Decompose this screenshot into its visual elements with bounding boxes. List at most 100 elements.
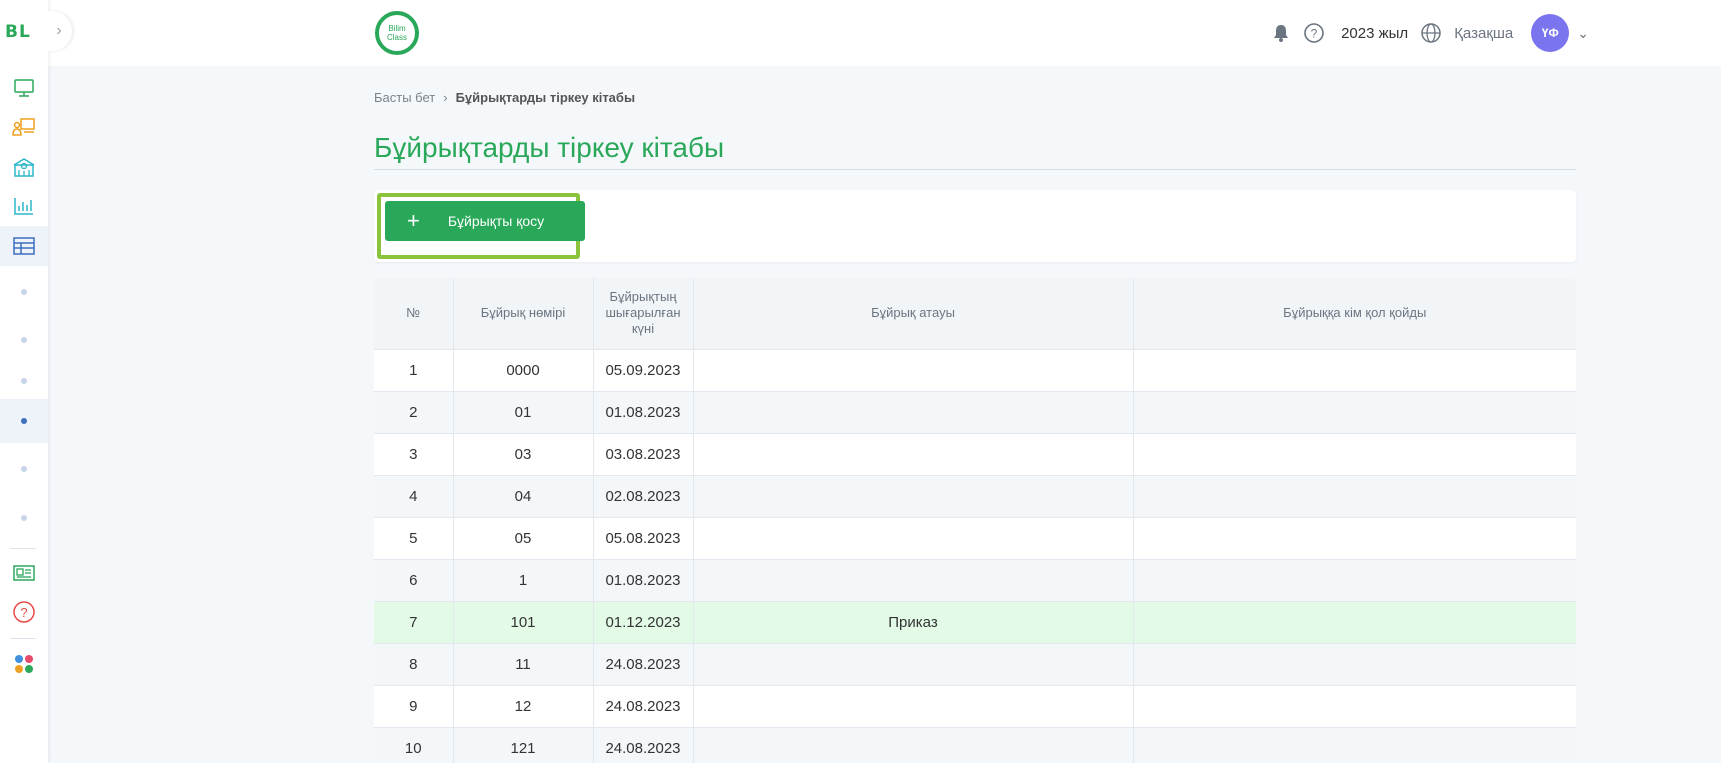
breadcrumb-current: Бұйрықтарды тіркеу кітабы [455, 90, 636, 105]
col-header-date-line-3: күні [631, 321, 655, 337]
cell-num: 3 [374, 432, 454, 475]
cell-num: 8 [374, 642, 454, 685]
cell-signed-by [1133, 474, 1576, 517]
table-row[interactable]: 1 0000 05.09.2023 [374, 348, 1576, 391]
sidebar-subitem-5[interactable] [0, 449, 48, 489]
svg-text:Bilim: Bilim [388, 24, 406, 33]
chevron-down-icon[interactable]: ⌄ [1577, 25, 1589, 42]
cell-title [693, 558, 1134, 601]
svg-text:Class: Class [387, 33, 407, 42]
cell-title [693, 348, 1134, 391]
breadcrumb-home-link[interactable]: Басты бет [374, 90, 435, 105]
cell-num: 7 [374, 600, 454, 643]
cell-title [693, 726, 1134, 763]
cell-order-number: 11 [453, 642, 594, 685]
cell-date: 01.08.2023 [593, 558, 694, 601]
academic-year-selector[interactable]: 2023 жыл [1341, 25, 1408, 42]
sidebar-item-school[interactable] [0, 147, 48, 187]
sidebar-item-analytics[interactable] [0, 186, 48, 226]
bullet-dot-icon [21, 337, 27, 343]
table-row[interactable]: 3 03 03.08.2023 [374, 432, 1576, 475]
cell-title [693, 684, 1134, 727]
table-row[interactable]: 10 121 24.08.2023 [374, 726, 1576, 763]
sidebar-item-teacher[interactable] [0, 107, 48, 147]
language-selector[interactable]: Қазақша [1454, 25, 1513, 42]
sidebar-divider [10, 548, 36, 549]
sidebar-item-apps[interactable] [0, 644, 48, 684]
cell-order-number: 12 [453, 684, 594, 727]
bullet-dot-icon [21, 466, 27, 472]
sidebar-subitem-3[interactable] [0, 361, 48, 401]
cell-date: 01.08.2023 [593, 390, 694, 433]
bullet-dot-icon [21, 515, 27, 521]
bullet-dot-icon [21, 418, 27, 424]
cell-num: 5 [374, 516, 454, 559]
cell-date: 24.08.2023 [593, 642, 694, 685]
orders-table-card: № Бұйрық нөмірі Бұйрықтың шығарылған күн… [374, 278, 1576, 763]
cell-order-number: 121 [453, 726, 594, 763]
cell-num: 4 [374, 474, 454, 517]
table-row[interactable]: 5 05 05.08.2023 [374, 516, 1576, 559]
help-icon: ? [13, 601, 35, 623]
sidebar-subitem-2[interactable] [0, 320, 48, 360]
sidebar-item-registry[interactable] [0, 226, 48, 266]
col-header-title[interactable]: Бұйрық атауы [693, 278, 1134, 349]
table-row[interactable]: 9 12 24.08.2023 [374, 684, 1576, 727]
cell-title [693, 474, 1134, 517]
cell-signed-by [1133, 432, 1576, 475]
user-avatar[interactable]: ҮФ [1531, 14, 1570, 52]
table-body: 1 0000 05.09.2023 2 01 01.08.2023 3 03 03.08.202… [374, 348, 1576, 763]
page-title: Бұйрықтарды тіркеу кітабы [374, 132, 725, 163]
sidebar-subitem-4-active[interactable] [0, 399, 48, 443]
sidebar-item-monitor[interactable] [0, 68, 48, 108]
cell-signed-by [1133, 642, 1576, 685]
cell-signed-by [1133, 390, 1576, 433]
cell-order-number: 0000 [453, 348, 594, 391]
cell-num: 1 [374, 348, 454, 391]
orders-table: № Бұйрық нөмірі Бұйрықтың шығарылған күн… [374, 278, 1576, 763]
cell-date: 05.08.2023 [593, 516, 694, 559]
sidebar-logo[interactable]: BL [5, 22, 31, 42]
breadcrumb: Басты бет › Бұйрықтарды тіркеу кітабы [374, 90, 635, 105]
cell-date: 02.08.2023 [593, 474, 694, 517]
col-header-order-number[interactable]: Бұйрық нөмірі [453, 278, 594, 349]
cell-date: 03.08.2023 [593, 432, 694, 475]
bilimclass-logo[interactable]: Bilim Class [374, 10, 420, 56]
bullet-dot-icon [21, 378, 27, 384]
col-header-date-line-2: шығарылған [605, 305, 681, 321]
cell-num: 6 [374, 558, 454, 601]
title-divider [374, 169, 1576, 170]
cell-title [693, 432, 1134, 475]
cell-signed-by [1133, 684, 1576, 727]
cell-date: 05.09.2023 [593, 348, 694, 391]
sidebar-subitem-6[interactable] [0, 498, 48, 538]
col-header-num[interactable]: № [374, 278, 454, 349]
table-row[interactable]: 2 01 01.08.2023 [374, 390, 1576, 433]
globe-icon[interactable] [1420, 22, 1442, 44]
svg-text:?: ? [1311, 27, 1318, 41]
cell-title [693, 642, 1134, 685]
sidebar-item-help[interactable]: ? [0, 592, 48, 632]
monitor-icon [14, 79, 34, 97]
table-row[interactable]: 4 04 02.08.2023 [374, 474, 1576, 517]
cell-signed-by [1133, 516, 1576, 559]
table-row[interactable]: 8 11 24.08.2023 [374, 642, 1576, 685]
col-header-signed-by[interactable]: Бұйрыққа кім қол қойды [1133, 278, 1576, 349]
table-icon [13, 237, 35, 255]
cell-signed-by [1133, 600, 1576, 643]
help-circle-icon[interactable]: ? [1303, 22, 1325, 44]
cell-num: 10 [374, 726, 454, 763]
apps-grid-icon [15, 655, 33, 673]
cell-order-number: 03 [453, 432, 594, 475]
sidebar: BL › ? [0, 0, 72, 763]
table-row[interactable]: 7 101 01.12.2023 Приказ [374, 600, 1576, 643]
cell-signed-by [1133, 558, 1576, 601]
sidebar-subitem-1[interactable] [0, 272, 48, 312]
table-row[interactable]: 6 1 01.08.2023 [374, 558, 1576, 601]
add-order-button[interactable]: + Бұйрықты қосу [385, 201, 585, 241]
cell-order-number: 04 [453, 474, 594, 517]
table-header-row: № Бұйрық нөмірі Бұйрықтың шығарылған күн… [374, 278, 1576, 349]
col-header-date[interactable]: Бұйрықтың шығарылған күні [593, 278, 694, 349]
sidebar-item-news[interactable] [0, 553, 48, 593]
bell-icon[interactable] [1271, 23, 1291, 43]
